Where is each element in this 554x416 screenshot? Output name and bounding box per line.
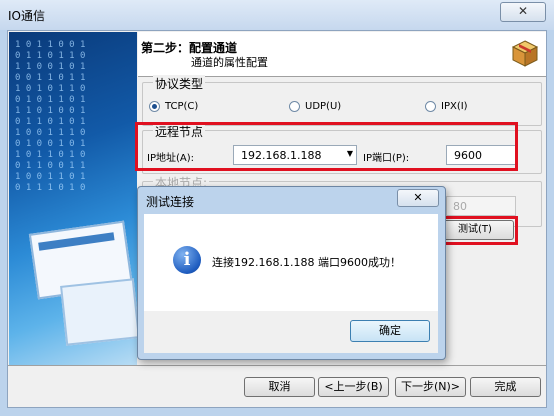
step-subtitle: 通道的属性配置 [191, 56, 268, 69]
radio-udp-label: UDP(U) [305, 101, 342, 112]
protocol-group: 协议类型 TCP(C) UDP(U) IPX(I) [142, 75, 542, 126]
dialog-title: 测试连接 [146, 195, 195, 209]
radio-tcp[interactable]: TCP(C) [149, 101, 198, 112]
monitor-illustration-2 [60, 278, 137, 346]
remote-node-group: 远程节点 IP地址(A): 192.168.1.188 ▼ IP端口(P): 9… [142, 123, 542, 174]
dialog-footer: 确定 [144, 311, 438, 353]
protocol-group-label: 协议类型 [153, 75, 206, 92]
prev-button[interactable]: <上一步(B) [318, 377, 389, 397]
dialog-close-button[interactable]: ✕ [397, 189, 439, 207]
title-bar[interactable]: IO通信 ✕ [0, 0, 554, 30]
radio-tcp-dot[interactable] [149, 101, 160, 112]
radio-tcp-label: TCP(C) [165, 101, 199, 112]
radio-udp[interactable]: UDP(U) [289, 101, 341, 112]
radio-ipx-label: IPX(I) [441, 101, 468, 112]
dialog-message: 连接192.168.1.188 端口9600成功！ [212, 256, 401, 269]
ip-port-label: IP端口(P): [363, 153, 410, 164]
dialog-body: i 连接192.168.1.188 端口9600成功！ 确定 [144, 214, 438, 353]
local-port-input: 80 [446, 196, 516, 216]
radio-ipx-dot[interactable] [425, 101, 436, 112]
cancel-button[interactable]: 取消 [244, 377, 315, 397]
test-button[interactable]: 测试(T) [436, 220, 514, 240]
ip-port-input[interactable]: 9600 [446, 145, 516, 165]
wizard-banner-image: 1 0 1 1 0 0 1 0 1 1 0 1 1 0 1 1 0 0 1 0 … [9, 32, 137, 365]
wizard-header: 第二步：配置通道 通道的属性配置 [138, 32, 546, 76]
window-close-button[interactable]: ✕ [500, 2, 546, 22]
ok-button[interactable]: 确定 [350, 320, 430, 342]
radio-ipx[interactable]: IPX(I) [425, 101, 468, 112]
next-button[interactable]: 下一步(N)> [395, 377, 466, 397]
ip-port-value: 9600 [454, 149, 482, 162]
local-port-value: 80 [453, 200, 467, 213]
package-box-icon [511, 40, 539, 67]
finish-button[interactable]: 完成 [470, 377, 541, 397]
footer-separator [8, 365, 546, 366]
info-icon: i [173, 246, 201, 274]
remote-node-label: 远程节点 [153, 123, 206, 140]
radio-udp-dot[interactable] [289, 101, 300, 112]
ip-address-combobox[interactable]: 192.168.1.188 ▼ [233, 145, 357, 165]
ip-address-label: IP地址(A): [147, 153, 194, 164]
window-title: IO通信 [8, 9, 45, 23]
test-connection-dialog: 测试连接 ✕ i 连接192.168.1.188 端口9600成功！ 确定 [137, 186, 446, 360]
dropdown-arrow-icon[interactable]: ▼ [347, 149, 353, 158]
ip-address-value: 192.168.1.188 [241, 149, 322, 162]
